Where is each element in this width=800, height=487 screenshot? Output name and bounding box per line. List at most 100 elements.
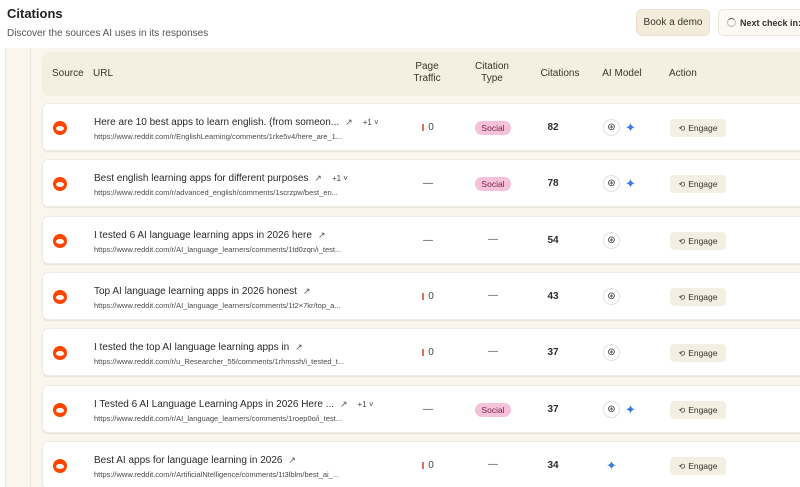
column-header-citations[interactable]: Citations: [535, 68, 585, 80]
column-header-source[interactable]: Source: [52, 68, 84, 80]
panel-divider: [30, 48, 31, 487]
traffic-bar: [422, 293, 425, 300]
citation-title[interactable]: I Tested 6 AI Language Learning Apps in …: [94, 399, 374, 410]
citation-title[interactable]: Here are 10 best apps to learn english. …: [94, 117, 379, 128]
citation-url[interactable]: https://www.reddit.com/r/ArtificialNtell…: [94, 470, 339, 479]
citation-url[interactable]: https://www.reddit.com/r/advanced_englis…: [94, 188, 338, 197]
engage-button[interactable]: ⟲ Engage: [670, 175, 726, 193]
engage-button[interactable]: ⟲ Engage: [670, 457, 726, 475]
engage-button[interactable]: ⟲ Engage: [670, 401, 726, 419]
engage-icon: ⟲: [678, 123, 686, 133]
engage-button[interactable]: ⟲ Engage: [670, 232, 726, 250]
citation-url[interactable]: https://www.reddit.com/r/EnglishLearning…: [94, 132, 342, 141]
citation-type-value: —: [488, 234, 498, 245]
citation-type-value: —: [488, 346, 498, 357]
citation-type-badge: Social: [475, 177, 511, 191]
external-link-icon[interactable]: ↗: [303, 286, 311, 297]
table-row[interactable]: I tested 6 AI language learning apps in …: [42, 216, 800, 264]
column-header-citation-type[interactable]: Citation Type: [467, 61, 517, 85]
citation-type: Social: [468, 403, 518, 417]
citation-title[interactable]: I tested the top AI language learning ap…: [94, 342, 303, 353]
table-row[interactable]: Best english learning apps for different…: [42, 159, 800, 207]
ai-models: ⊛: [603, 344, 620, 361]
engage-label: Engage: [688, 405, 718, 415]
table-row[interactable]: I tested the top AI language learning ap…: [42, 328, 800, 376]
engage-icon: ⟲: [678, 348, 686, 358]
ai-models: ⊛ ✦: [603, 175, 639, 192]
citation-url[interactable]: https://www.reddit.com/r/AI_language_lea…: [94, 414, 342, 423]
external-link-icon[interactable]: ↗: [288, 455, 296, 466]
reddit-icon: [53, 403, 67, 417]
citation-title-text[interactable]: Top AI language learning apps in 2026 ho…: [94, 286, 297, 297]
page-traffic: 0: [413, 122, 443, 133]
traffic-bar: [422, 462, 425, 469]
citation-title-text[interactable]: I tested the top AI language learning ap…: [94, 342, 289, 353]
engage-label: Engage: [688, 179, 718, 189]
chatgpt-icon: ⊛: [603, 344, 620, 361]
traffic-value: —: [423, 235, 433, 246]
citation-type: —: [468, 346, 518, 357]
external-link-icon[interactable]: ↗: [345, 117, 353, 128]
citation-type-badge: Social: [475, 121, 511, 135]
citation-title[interactable]: Best AI apps for language learning in 20…: [94, 455, 296, 466]
page-traffic: —: [413, 178, 443, 189]
citations-count: 54: [547, 235, 559, 246]
external-link-icon[interactable]: ↗: [295, 342, 303, 353]
chatgpt-icon: ⊛: [603, 401, 620, 418]
book-demo-button[interactable]: Book a demo: [636, 9, 710, 36]
engage-label: Engage: [688, 348, 718, 358]
column-header-url[interactable]: URL: [93, 68, 113, 80]
external-link-icon[interactable]: ↗: [314, 173, 322, 184]
table-row[interactable]: Top AI language learning apps in 2026 ho…: [42, 272, 800, 320]
engage-icon: ⟲: [678, 292, 686, 302]
citation-type: —: [468, 290, 518, 301]
citation-title-text[interactable]: Here are 10 best apps to learn english. …: [94, 117, 339, 128]
external-link-icon[interactable]: ↗: [340, 399, 348, 410]
spinner-icon: [727, 18, 736, 27]
engage-button[interactable]: ⟲ Engage: [670, 288, 726, 306]
traffic-value: 0: [428, 291, 434, 302]
traffic-value: 0: [428, 460, 434, 471]
table-row[interactable]: Best AI apps for language learning in 20…: [42, 441, 800, 487]
external-link-icon[interactable]: ↗: [318, 230, 326, 241]
citation-title-text[interactable]: I tested 6 AI language learning apps in …: [94, 230, 312, 241]
citation-title[interactable]: Best english learning apps for different…: [94, 173, 348, 184]
more-sources-toggle[interactable]: +1 ˅: [332, 174, 348, 183]
citation-title-text[interactable]: Best AI apps for language learning in 20…: [94, 455, 282, 466]
citation-title[interactable]: I tested 6 AI language learning apps in …: [94, 230, 326, 241]
engage-button[interactable]: ⟲ Engage: [670, 344, 726, 362]
page-traffic: —: [413, 235, 443, 246]
table-header: Source URL Page Traffic Citation Type Ci…: [42, 52, 800, 96]
column-header-action[interactable]: Action: [669, 68, 697, 80]
engage-icon: ⟲: [678, 236, 686, 246]
engage-icon: ⟲: [678, 179, 686, 189]
page-traffic: —: [413, 404, 443, 415]
citation-url[interactable]: https://www.reddit.com/r/AI_language_lea…: [94, 301, 341, 310]
column-header-page-traffic[interactable]: Page Traffic: [404, 61, 450, 85]
ai-models: ⊛: [603, 288, 620, 305]
traffic-value: —: [423, 404, 433, 415]
citation-title-text[interactable]: Best english learning apps for different…: [94, 173, 308, 184]
traffic-value: 0: [428, 122, 434, 133]
gemini-icon: ✦: [603, 457, 620, 474]
chatgpt-icon: ⊛: [603, 175, 620, 192]
citation-type: Social: [468, 177, 518, 191]
more-sources-toggle[interactable]: +1 ˅: [363, 118, 379, 127]
reddit-icon: [53, 346, 67, 360]
column-header-ai-model[interactable]: AI Model: [597, 68, 647, 80]
citation-url[interactable]: https://www.reddit.com/r/u_Researcher_55…: [94, 357, 344, 366]
page-traffic: 0: [413, 460, 443, 471]
traffic-bar: [422, 124, 425, 131]
gemini-icon: ✦: [622, 119, 639, 136]
ai-models: ⊛ ✦: [603, 119, 639, 136]
citation-title[interactable]: Top AI language learning apps in 2026 ho…: [94, 286, 311, 297]
table-row[interactable]: I Tested 6 AI Language Learning Apps in …: [42, 385, 800, 433]
citation-url[interactable]: https://www.reddit.com/r/AI_language_lea…: [94, 245, 341, 254]
table-row[interactable]: Here are 10 best apps to learn english. …: [42, 103, 800, 151]
engage-label: Engage: [688, 292, 718, 302]
engage-button[interactable]: ⟲ Engage: [670, 119, 726, 137]
more-sources-toggle[interactable]: +1 ˅: [358, 400, 374, 409]
citation-title-text[interactable]: I Tested 6 AI Language Learning Apps in …: [94, 399, 334, 410]
ai-models: ✦: [603, 457, 620, 474]
traffic-bar: [422, 349, 425, 356]
